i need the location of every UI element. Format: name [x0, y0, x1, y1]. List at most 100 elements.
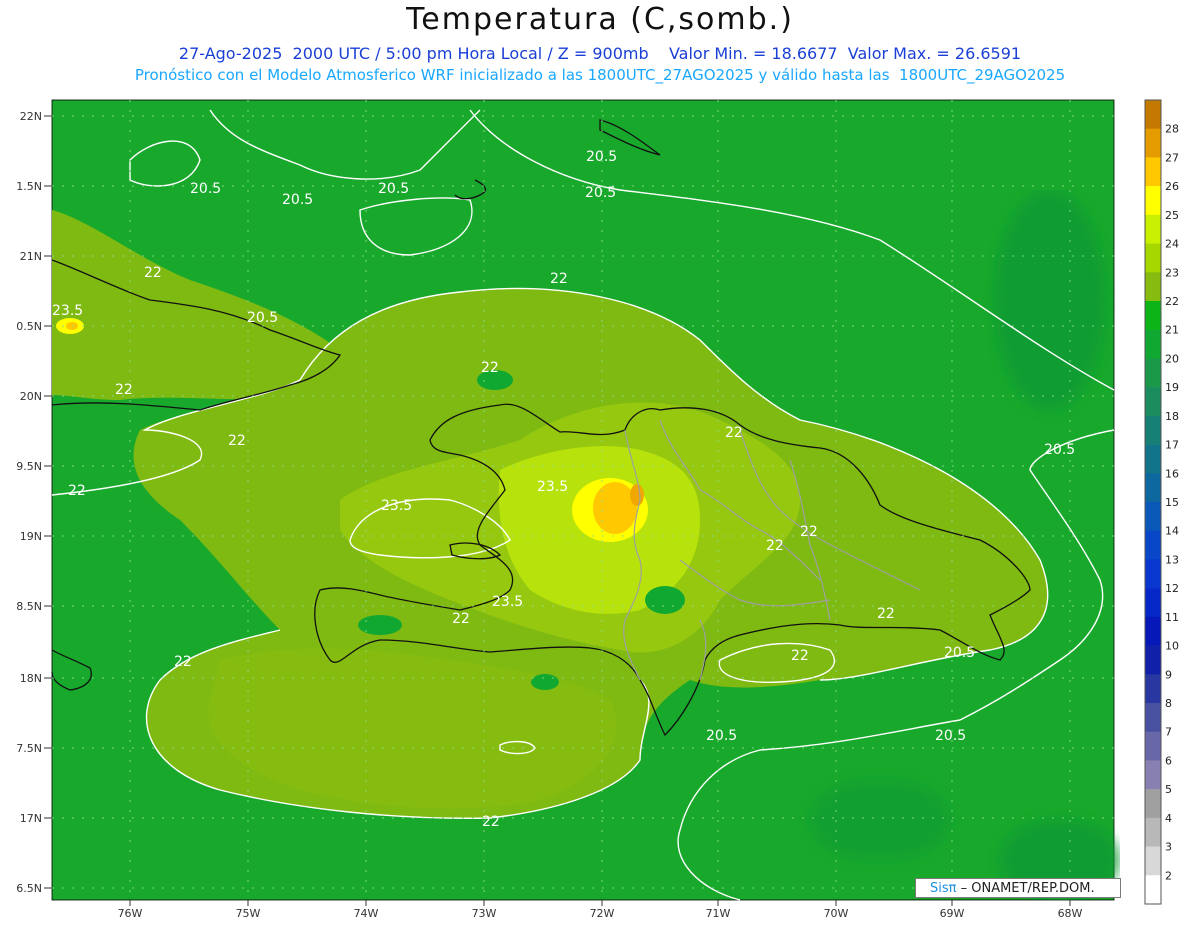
- cool-land-patch: [645, 586, 685, 614]
- contour-label: 22: [228, 433, 246, 449]
- latitude-ticks: [44, 115, 52, 889]
- contour-label: 20.5: [585, 185, 616, 201]
- lat-label: 1.5N: [16, 180, 42, 193]
- contour-label: 22: [725, 425, 743, 441]
- source-credit: Sisπ – ONAMET/REP.DOM.: [915, 878, 1121, 898]
- contour-label: 23.5: [492, 594, 523, 610]
- cool-land-patch: [531, 674, 559, 690]
- contour-label: 20.5: [190, 181, 221, 197]
- contour-label: 20.5: [935, 728, 966, 744]
- lon-label: 71W: [706, 907, 731, 920]
- colorbar-label: 24: [1165, 238, 1179, 251]
- longitude-ticks: [129, 900, 1071, 906]
- warm-zone-26: [593, 482, 637, 534]
- colorbar-label: 9: [1165, 668, 1172, 681]
- contour-label: 22: [766, 538, 784, 554]
- colorbar-label: 3: [1165, 841, 1172, 854]
- lat-label: 17N: [20, 812, 42, 825]
- credit-org: – ONAMET/REP.DOM.: [956, 881, 1095, 896]
- colorbar-swatch: [1145, 473, 1161, 503]
- colorbar-swatch: [1145, 100, 1161, 130]
- lon-label: 75W: [236, 907, 261, 920]
- cool-land-patch: [358, 615, 402, 635]
- lat-label: 22N: [20, 110, 42, 123]
- colorbar-swatch: [1145, 616, 1161, 646]
- colorbar-label: 23: [1165, 266, 1179, 279]
- colorbar-swatch: [1145, 703, 1161, 733]
- warm-zone-27: [630, 484, 644, 506]
- lat-label: 0.5N: [16, 320, 42, 333]
- contour-label: 22: [800, 524, 818, 540]
- contour-label: 20.5: [586, 149, 617, 165]
- colorbar: 2827262524232221201918171615141312111098…: [1144, 99, 1179, 905]
- contour-label: 20.5: [378, 181, 409, 197]
- colorbar-label: 5: [1165, 783, 1172, 796]
- contour-label: 22: [115, 382, 133, 398]
- contour-label: 22: [877, 606, 895, 622]
- colorbar-label: 4: [1165, 812, 1172, 825]
- lat-label: 7.5N: [16, 742, 42, 755]
- cool-sea-patch: [810, 780, 950, 860]
- colorbar-swatch: [1145, 214, 1161, 244]
- colorbar-swatch: [1145, 674, 1161, 704]
- cool-sea-patch: [995, 190, 1105, 410]
- contour-label: 20.5: [706, 728, 737, 744]
- colorbar-label: 20: [1165, 352, 1179, 365]
- lon-label: 70W: [824, 907, 849, 920]
- lon-label: 74W: [354, 907, 379, 920]
- colorbar-swatch: [1145, 846, 1161, 876]
- colorbar-label: 18: [1165, 410, 1179, 423]
- colorbar-swatch: [1145, 875, 1161, 905]
- lon-label: 69W: [940, 907, 965, 920]
- contour-label: 22: [481, 360, 499, 376]
- contour-label: 23.5: [381, 498, 412, 514]
- colorbar-label: 11: [1165, 611, 1179, 624]
- contour-label: 22: [174, 654, 192, 670]
- contour-label: 23.5: [52, 303, 83, 319]
- colorbar-label: 13: [1165, 553, 1179, 566]
- contour-label: 22: [144, 265, 162, 281]
- colorbar-swatch: [1145, 301, 1161, 331]
- colorbar-label: 16: [1165, 467, 1179, 480]
- colorbar-swatch: [1145, 588, 1161, 618]
- colorbar-swatch: [1145, 186, 1161, 216]
- colorbar-swatch: [1145, 157, 1161, 187]
- colorbar-swatch: [1145, 243, 1161, 273]
- sispi-logo-text: Sisπ: [930, 881, 957, 896]
- colorbar-swatch: [1145, 789, 1161, 819]
- lon-label: 72W: [590, 907, 615, 920]
- colorbar-label: 6: [1165, 754, 1172, 767]
- colorbar-label: 14: [1165, 525, 1179, 538]
- colorbar-swatch: [1145, 272, 1161, 302]
- colorbar-label: 19: [1165, 381, 1179, 394]
- lat-label: 8.5N: [16, 600, 42, 613]
- colorbar-label: 28: [1165, 123, 1179, 136]
- colorbar-swatch: [1145, 559, 1161, 589]
- colorbar-label: 27: [1165, 151, 1179, 164]
- temperature-map: 20.5 20.5 20.5 20.5 20.5 22 23.5 22 20.5…: [16, 99, 1179, 920]
- lat-label: 18N: [20, 672, 42, 685]
- colorbar-swatch: [1145, 731, 1161, 761]
- colorbar-swatch: [1145, 415, 1161, 445]
- lat-label: 19N: [20, 530, 42, 543]
- contour-label: 22: [550, 271, 568, 287]
- colorbar-label: 7: [1165, 726, 1172, 739]
- colorbar-label: 2: [1165, 869, 1172, 882]
- colorbar-swatch: [1145, 502, 1161, 532]
- colorbar-label: 25: [1165, 209, 1179, 222]
- lon-label: 73W: [472, 907, 497, 920]
- contour-label: 23.5: [537, 479, 568, 495]
- colorbar-swatch: [1145, 817, 1161, 847]
- colorbar-label: 12: [1165, 582, 1179, 595]
- colorbar-swatch: [1145, 387, 1161, 417]
- colorbar-swatch: [1145, 645, 1161, 675]
- contour-label: 22: [68, 483, 86, 499]
- colorbar-swatch: [1145, 128, 1161, 158]
- lon-label: 76W: [118, 907, 143, 920]
- colorbar-label: 21: [1165, 324, 1179, 337]
- lon-label: 68W: [1058, 907, 1083, 920]
- colorbar-swatch: [1145, 530, 1161, 560]
- contour-label: 20.5: [944, 645, 975, 661]
- colorbar-swatch: [1145, 760, 1161, 790]
- contour-label: 22: [452, 611, 470, 627]
